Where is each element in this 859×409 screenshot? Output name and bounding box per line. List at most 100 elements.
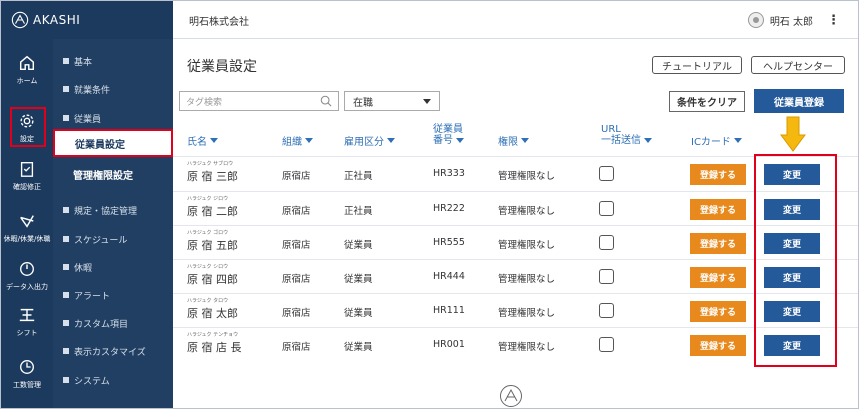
rail-item-attendance[interactable]: 確認修正 [1,151,53,201]
ic-register-button[interactable]: 登録する [690,301,746,322]
url-bulk-send-checkbox[interactable] [599,269,614,284]
header-name[interactable]: 氏名 [187,133,218,148]
square-icon [63,292,69,298]
submenu-item-employees[interactable]: 従業員 [53,108,173,128]
employee-name: 原 宿 三郎 [187,170,238,183]
sort-icon [210,138,218,143]
submenu-item-basic[interactable]: 基本 [53,51,173,71]
submenu-label: カスタム項目 [74,319,129,330]
status-value: 在職 [353,97,373,109]
clipboard-icon [20,162,34,177]
kebab-menu-icon[interactable]: ⋮ [827,13,840,28]
header-role[interactable]: 権限 [498,133,529,148]
submenu-item-system[interactable]: システム [53,370,173,390]
role-cell: 管理権限なし [498,274,556,285]
arrow-down-icon [780,116,806,152]
home-icon [19,55,35,71]
org-cell: 原宿店 [282,342,311,353]
employee-name-kana: ハラジュク ジロウ [187,196,229,202]
employee-name-cell[interactable]: ハラジュク サブロウ 原 宿 三郎 [187,160,238,184]
employee-name-kana: ハラジュク サブロウ [187,161,234,167]
employee-name-cell[interactable]: ハラジュク タロウ 原 宿 太郎 [187,297,238,321]
employee-number-cell: HR333 [433,168,465,179]
rail-item-data-io[interactable]: データ入出力 [1,251,53,301]
employee-name-cell[interactable]: ハラジュク ゴロウ 原 宿 五郎 [187,229,238,253]
employee-name-cell[interactable]: ハラジュク シロウ 原 宿 四郎 [187,263,238,287]
submenu-item-rules[interactable]: 規定・協定管理 [53,200,173,220]
submenu-item-alert[interactable]: アラート [53,285,173,305]
ic-register-button[interactable]: 登録する [690,199,746,220]
submenu-label: 管理権限設定 [73,170,133,182]
employee-name: 原 宿 二郎 [187,205,238,218]
tutorial-button[interactable]: チュートリアル [652,56,742,74]
header-label: 従業員 [433,124,463,135]
header-url-bulk-send[interactable]: URL 一括送信 [601,124,652,146]
clock-icon [20,360,34,374]
submenu-item-leave[interactable]: 休暇 [53,257,173,277]
akashi-logo-icon [500,385,522,407]
search-placeholder: タグ検索 [186,97,223,108]
tag-search-input[interactable]: タグ検索 [179,91,339,111]
url-bulk-send-checkbox[interactable] [599,201,614,216]
header-employment[interactable]: 雇用区分 [344,133,395,148]
url-bulk-send-checkbox[interactable] [599,235,614,250]
submenu-item-work-conditions[interactable]: 就業条件 [53,79,173,99]
submenu-label: アラート [74,291,111,302]
checkmark-icon [20,215,34,228]
header-label: ICカード [691,137,731,148]
employment-cell: 従業員 [344,308,373,319]
org-cell: 原宿店 [282,240,311,251]
role-cell: 管理権限なし [498,171,556,182]
rail-item-home[interactable]: ホーム [1,45,53,95]
header-ic-card[interactable]: ICカード [691,133,742,148]
rail-label: 確認修正 [13,183,41,191]
submenu-label: 基本 [74,57,93,68]
employee-number-cell: HR555 [433,237,465,248]
header-label: 一括送信 [601,135,641,146]
square-icon [63,115,69,121]
employee-name-cell[interactable]: ハラジュク テンチョウ 原 宿 店 長 [187,331,242,355]
submenu-item-employee-settings[interactable]: 従業員設定 [53,129,173,157]
role-cell: 管理権限なし [498,308,556,319]
employee-name-cell[interactable]: ハラジュク ジロウ 原 宿 二郎 [187,195,238,219]
avatar [747,12,764,28]
status-select[interactable]: 在職 [344,91,440,111]
employee-number-cell: HR444 [433,271,465,282]
ic-register-button[interactable]: 登録する [690,164,746,185]
ic-register-button[interactable]: 登録する [690,233,746,254]
header-label: 番号 [433,135,453,146]
clear-conditions-button[interactable]: 条件をクリア [669,91,745,112]
chevron-down-icon [423,99,431,104]
rail-item-leave[interactable]: 休暇/休業/休職 [1,203,53,253]
employee-name-kana: ハラジュク タロウ [187,298,229,304]
employment-cell: 正社員 [344,171,373,182]
search-icon[interactable] [320,95,332,107]
logo-text: AKASHI [33,13,81,27]
url-bulk-send-checkbox[interactable] [599,337,614,352]
ic-register-button[interactable]: 登録する [690,335,746,356]
register-employee-button[interactable]: 従業員登録 [754,89,844,113]
org-cell: 原宿店 [282,171,311,182]
submenu-item-schedule[interactable]: スケジュール [53,229,173,249]
user-menu[interactable]: 明石 太郎 ⋮ [747,12,840,28]
submenu-label: 従業員 [74,114,102,125]
url-bulk-send-checkbox[interactable] [599,166,614,181]
square-icon [63,236,69,242]
url-bulk-send-checkbox[interactable] [599,303,614,318]
help-center-button[interactable]: ヘルプセンター [751,56,845,74]
submenu-item-display-customize[interactable]: 表示カスタマイズ [53,341,173,361]
rail-item-work[interactable]: 工数管理 [1,349,53,399]
header-employee-number[interactable]: 従業員 番号 [433,124,464,146]
app-logo[interactable]: AKASHI [1,1,173,39]
employment-cell: 従業員 [344,342,373,353]
square-icon [63,264,69,270]
role-cell: 管理権限なし [498,206,556,217]
ic-register-button[interactable]: 登録する [690,267,746,288]
square-icon [63,86,69,92]
submenu-label: 規定・協定管理 [74,206,138,217]
submenu-item-custom-fields[interactable]: カスタム項目 [53,313,173,333]
header-label: 氏名 [187,137,207,148]
rail-item-shift[interactable]: シフト [1,297,53,347]
submenu-item-admin-permissions[interactable]: 管理権限設定 [53,164,173,184]
header-org[interactable]: 組織 [282,133,313,148]
